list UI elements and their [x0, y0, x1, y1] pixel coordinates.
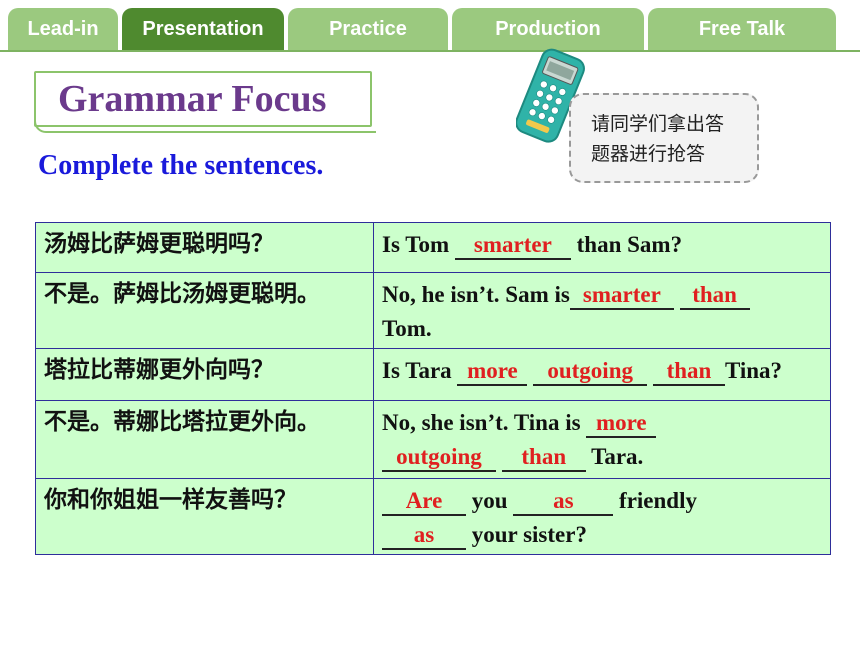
- chinese-cell: 塔拉比蒂娜更外向吗？: [35, 348, 374, 401]
- table-row: 汤姆比萨姆更聪明吗？ Is Tom smarter than Sam?: [35, 222, 831, 273]
- english-cell: No, she isn’t. Tina is more outgoing tha…: [373, 400, 831, 479]
- sentence-text: than Sam?: [570, 232, 683, 257]
- english-cell: Are you as friendly as your sister?: [373, 478, 831, 555]
- table-row: 不是。萨姆比汤姆更聪明。 No, he isn’t. Sam is smarter…: [35, 272, 831, 349]
- sentence-text: Is Tara: [382, 358, 458, 383]
- nav-tab-bar: Lead-in Presentation Practice Production…: [8, 8, 836, 51]
- english-cell: Is Tom smarter than Sam?: [373, 222, 831, 273]
- answer-text: outgoing: [547, 358, 633, 383]
- tab-presentation[interactable]: Presentation: [122, 8, 284, 51]
- sentence-text: you: [466, 488, 514, 513]
- answer-text: Are: [405, 488, 443, 513]
- answer-text: than: [666, 358, 712, 383]
- chinese-cell: 汤姆比萨姆更聪明吗？: [35, 222, 374, 273]
- answer-blank[interactable]: more: [457, 358, 528, 386]
- english-cell: No, he isn’t. Sam is smarter than Tom.: [373, 272, 831, 349]
- title-box-underline: [34, 121, 376, 133]
- callout-line-1: 请同学们拿出答: [591, 113, 725, 135]
- answer-text: than: [692, 282, 737, 307]
- sentence-text: Tom.: [382, 316, 432, 341]
- answer-text: smarter: [473, 232, 552, 257]
- tab-production[interactable]: Production: [452, 8, 644, 51]
- tab-free-talk[interactable]: Free Talk: [648, 8, 836, 51]
- tab-practice[interactable]: Practice: [288, 8, 448, 51]
- sentence-text: your sister?: [466, 522, 587, 547]
- title-box: Grammar Focus: [34, 71, 376, 133]
- answer-text: outgoing: [396, 444, 482, 469]
- instruction-text: Complete the sentences.: [38, 150, 324, 181]
- tab-lead-in[interactable]: Lead-in: [8, 8, 118, 51]
- sentence-text: Tina?: [724, 358, 783, 383]
- english-cell: Is Tara more outgoing than Tina?: [373, 348, 831, 401]
- answer-blank[interactable]: than: [501, 444, 586, 472]
- callout-bubble: 请同学们拿出答 题器进行抢答: [569, 93, 759, 183]
- answer-blank[interactable]: than: [652, 358, 725, 386]
- answer-blank[interactable]: as: [513, 488, 614, 516]
- answer-text: more: [595, 410, 647, 435]
- answer-blank[interactable]: smarter: [569, 282, 674, 310]
- sentence-text: friendly: [613, 488, 697, 513]
- grammar-table: 汤姆比萨姆更聪明吗？ Is Tom smarter than Sam? 不是。萨…: [35, 222, 831, 555]
- callout-line-2: 题器进行抢答: [591, 143, 706, 165]
- table-row: 你和你姐姐一样友善吗？ Are you as friendly as your …: [35, 478, 831, 555]
- answer-text: smarter: [582, 282, 661, 307]
- answer-text: as: [553, 488, 574, 513]
- answer-blank[interactable]: than: [679, 282, 750, 310]
- sentence-text: No, she isn’t. Tina is: [382, 410, 587, 435]
- chinese-cell: 不是。蒂娜比塔拉更外向。: [35, 400, 374, 479]
- tab-divider: [0, 50, 860, 52]
- answer-blank[interactable]: more: [586, 410, 657, 438]
- answer-blank[interactable]: Are: [382, 488, 466, 516]
- table-row: 塔拉比蒂娜更外向吗？ Is Tara more outgoing than Tin…: [35, 348, 831, 401]
- table-row: 不是。蒂娜比塔拉更外向。 No, she isn’t. Tina is more…: [35, 400, 831, 479]
- answer-blank[interactable]: as: [382, 522, 466, 550]
- answer-text: more: [467, 358, 518, 383]
- sentence-text: Is Tom: [382, 232, 455, 257]
- page-title: Grammar Focus: [58, 78, 327, 120]
- answer-blank[interactable]: outgoing: [382, 444, 496, 472]
- answer-text: as: [413, 522, 435, 547]
- sentence-text: No, he isn’t. Sam is: [382, 282, 570, 307]
- answer-blank[interactable]: outgoing: [533, 358, 648, 386]
- chinese-cell: 不是。萨姆比汤姆更聪明。: [35, 272, 374, 349]
- chinese-cell: 你和你姐姐一样友善吗？: [35, 478, 374, 555]
- answer-blank[interactable]: smarter: [454, 232, 571, 260]
- answer-text: than: [521, 444, 567, 469]
- sentence-text: Tara.: [585, 444, 644, 469]
